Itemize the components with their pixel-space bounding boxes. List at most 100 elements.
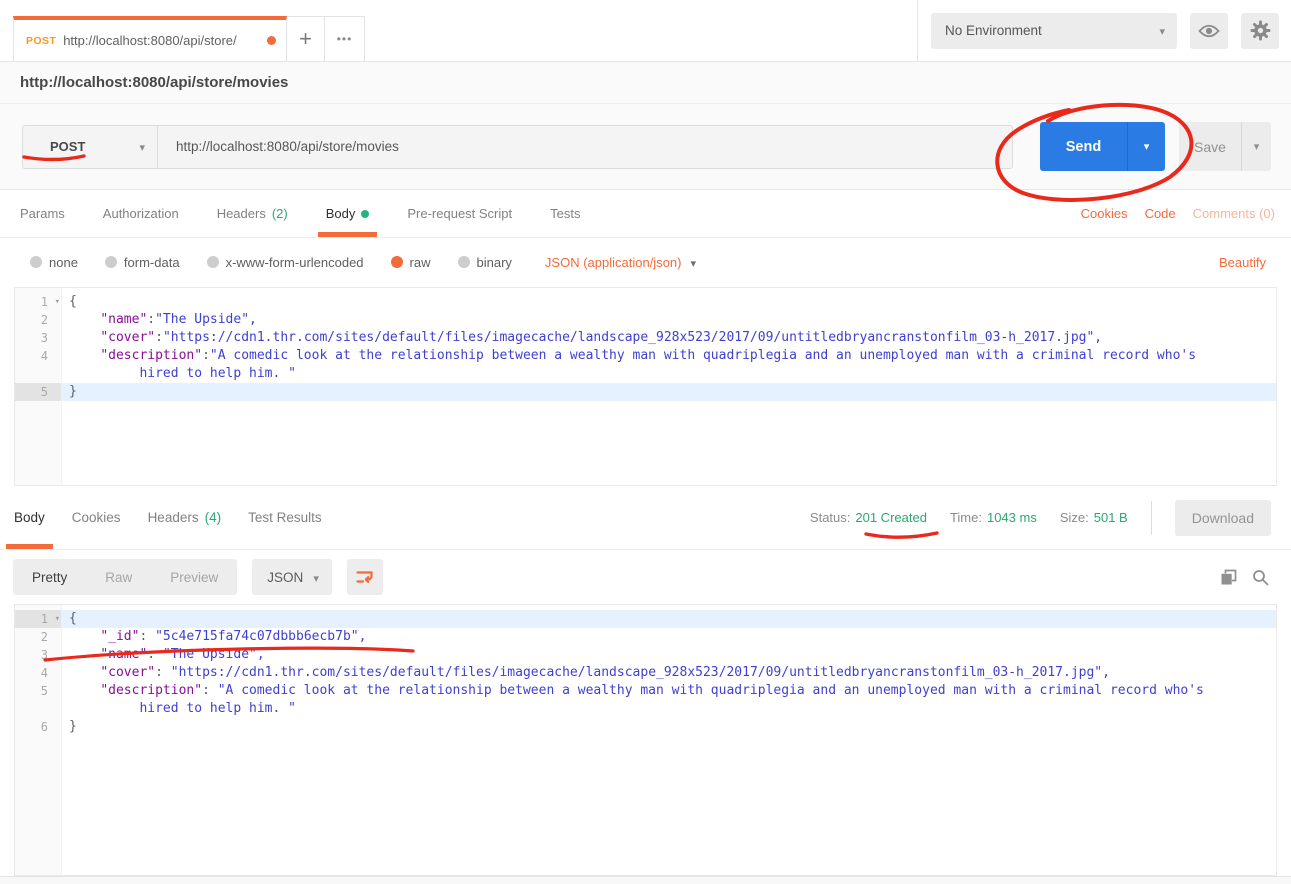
tab-headers[interactable]: Headers (2): [217, 190, 288, 237]
radio-binary[interactable]: binary: [458, 255, 512, 270]
line-number: [15, 700, 61, 718]
code-line[interactable]: 3 "name": "The Upside",: [15, 646, 1276, 664]
response-body-editor[interactable]: 1▾{2 "_id": "5c4e715fa74c07dbbb6ecb7b",3…: [14, 604, 1277, 876]
tab-url-label: http://localhost:8080/api/store/: [63, 33, 260, 48]
time-label: Time:: [950, 510, 982, 525]
response-tab-body[interactable]: Body: [14, 486, 45, 549]
code-line[interactable]: 2 "_id": "5c4e715fa74c07dbbb6ecb7b",: [15, 628, 1276, 646]
tab-options-button[interactable]: •••: [325, 16, 365, 61]
line-number: 4: [15, 664, 61, 682]
code-token: "A comedic look at the relationship betw…: [210, 348, 1196, 363]
radio-icon: [105, 256, 117, 268]
copy-button[interactable]: [1220, 569, 1237, 586]
download-button[interactable]: Download: [1175, 500, 1271, 536]
code-token: :: [139, 629, 155, 644]
code-content: "cover":"https://cdn1.thr.com/sites/defa…: [61, 329, 1276, 347]
fold-icon[interactable]: ▾: [55, 293, 60, 311]
code-line[interactable]: hired to help him. ": [15, 365, 1276, 383]
comments-link[interactable]: Comments (0): [1193, 206, 1275, 221]
radio-urlencoded-label: x-www-form-urlencoded: [226, 255, 364, 270]
radio-icon: [207, 256, 219, 268]
code-link[interactable]: Code: [1145, 206, 1176, 221]
fold-icon[interactable]: ▾: [55, 610, 60, 628]
code-line[interactable]: 1▾{: [15, 293, 1276, 311]
code-token: {: [69, 611, 77, 626]
tab-body-label: Body: [326, 206, 356, 221]
response-tab-cookies[interactable]: Cookies: [72, 486, 121, 549]
headers-count-badge: (2): [272, 206, 288, 221]
save-options-button[interactable]: [1241, 122, 1271, 171]
response-format-selector[interactable]: JSON: [252, 559, 332, 595]
code-token: [69, 348, 100, 363]
cookies-link[interactable]: Cookies: [1081, 206, 1128, 221]
environment-quicklook-button[interactable]: [1190, 13, 1228, 49]
chevron-down-icon: [1159, 23, 1165, 38]
code-line[interactable]: 5}: [15, 383, 1276, 401]
radio-form-data[interactable]: form-data: [105, 255, 180, 270]
code-token: "https://cdn1.thr.com/sites/default/file…: [171, 665, 1110, 680]
radio-icon: [30, 256, 42, 268]
wrap-text-button[interactable]: [347, 559, 383, 595]
request-body-editor[interactable]: 1▾{2 "name":"The Upside",3 "cover":"http…: [14, 287, 1277, 486]
url-input[interactable]: http://localhost:8080/api/store/movies: [158, 126, 1012, 168]
code-token: [69, 312, 100, 327]
code-token: "The Upside",: [155, 312, 257, 327]
radio-none[interactable]: none: [30, 255, 78, 270]
save-button[interactable]: Save: [1179, 122, 1241, 171]
view-raw[interactable]: Raw: [86, 559, 151, 595]
code-token: "The Upside",: [163, 647, 265, 662]
app-header: POST http://localhost:8080/api/store/ + …: [0, 0, 1291, 62]
code-line[interactable]: 3 "cover":"https://cdn1.thr.com/sites/de…: [15, 329, 1276, 347]
unsaved-indicator-dot: [267, 36, 276, 45]
new-tab-button[interactable]: +: [287, 16, 325, 61]
environment-selector[interactable]: No Environment: [931, 13, 1177, 49]
view-preview[interactable]: Preview: [151, 559, 237, 595]
code-token: }: [69, 384, 77, 399]
code-line[interactable]: 1▾{: [15, 610, 1276, 628]
response-headers-label: Headers: [148, 510, 199, 525]
code-line[interactable]: 4 "description":"A comedic look at the r…: [15, 347, 1276, 365]
settings-button[interactable]: [1241, 13, 1279, 49]
radio-form-data-label: form-data: [124, 255, 180, 270]
request-tab[interactable]: POST http://localhost:8080/api/store/: [13, 16, 287, 61]
tab-body[interactable]: Body: [326, 190, 370, 237]
send-options-button[interactable]: [1127, 122, 1165, 171]
response-tab-headers[interactable]: Headers (4): [148, 486, 222, 549]
code-token: hired to help him. ": [139, 366, 296, 381]
tab-authorization[interactable]: Authorization: [103, 190, 179, 237]
response-format-label: JSON: [267, 570, 303, 585]
code-token: "name": [100, 312, 147, 327]
radio-urlencoded[interactable]: x-www-form-urlencoded: [207, 255, 364, 270]
tab-params[interactable]: Params: [20, 190, 65, 237]
chevron-down-icon: [139, 138, 145, 156]
code-token: {: [69, 294, 77, 309]
code-line[interactable]: 5 "description": "A comedic look at the …: [15, 682, 1276, 700]
method-selector[interactable]: POST: [23, 126, 158, 168]
search-button[interactable]: [1252, 569, 1269, 586]
line-number: 3: [15, 329, 61, 347]
view-pretty[interactable]: Pretty: [13, 559, 86, 595]
request-builder: POST http://localhost:8080/api/store/mov…: [0, 104, 1291, 190]
save-split-button: Save: [1179, 122, 1271, 171]
bottom-scrollbar-track[interactable]: [0, 876, 1291, 884]
response-stats: Status:201 Created Time:1043 ms Size:501…: [810, 500, 1271, 536]
tab-prerequest-script[interactable]: Pre-request Script: [407, 190, 512, 237]
code-line[interactable]: 2 "name":"The Upside",: [15, 311, 1276, 329]
code-line[interactable]: 6}: [15, 718, 1276, 736]
tab-tests[interactable]: Tests: [550, 190, 580, 237]
environment-area: No Environment: [917, 0, 1291, 61]
code-content: "_id": "5c4e715fa74c07dbbb6ecb7b",: [61, 628, 1276, 646]
code-token: [69, 330, 100, 345]
response-tab-test-results[interactable]: Test Results: [248, 486, 322, 549]
request-tab-strip: POST http://localhost:8080/api/store/ + …: [0, 0, 917, 61]
send-button[interactable]: Send: [1040, 122, 1127, 171]
beautify-link[interactable]: Beautify: [1219, 255, 1266, 270]
content-type-selector[interactable]: JSON (application/json): [545, 255, 696, 270]
radio-raw[interactable]: raw: [391, 255, 431, 270]
chevron-down-icon: [690, 255, 696, 270]
code-content: "description": "A comedic look at the re…: [61, 682, 1276, 700]
code-line[interactable]: hired to help him. ": [15, 700, 1276, 718]
code-content: }: [61, 718, 1276, 736]
code-token: :: [147, 312, 155, 327]
code-line[interactable]: 4 "cover": "https://cdn1.thr.com/sites/d…: [15, 664, 1276, 682]
